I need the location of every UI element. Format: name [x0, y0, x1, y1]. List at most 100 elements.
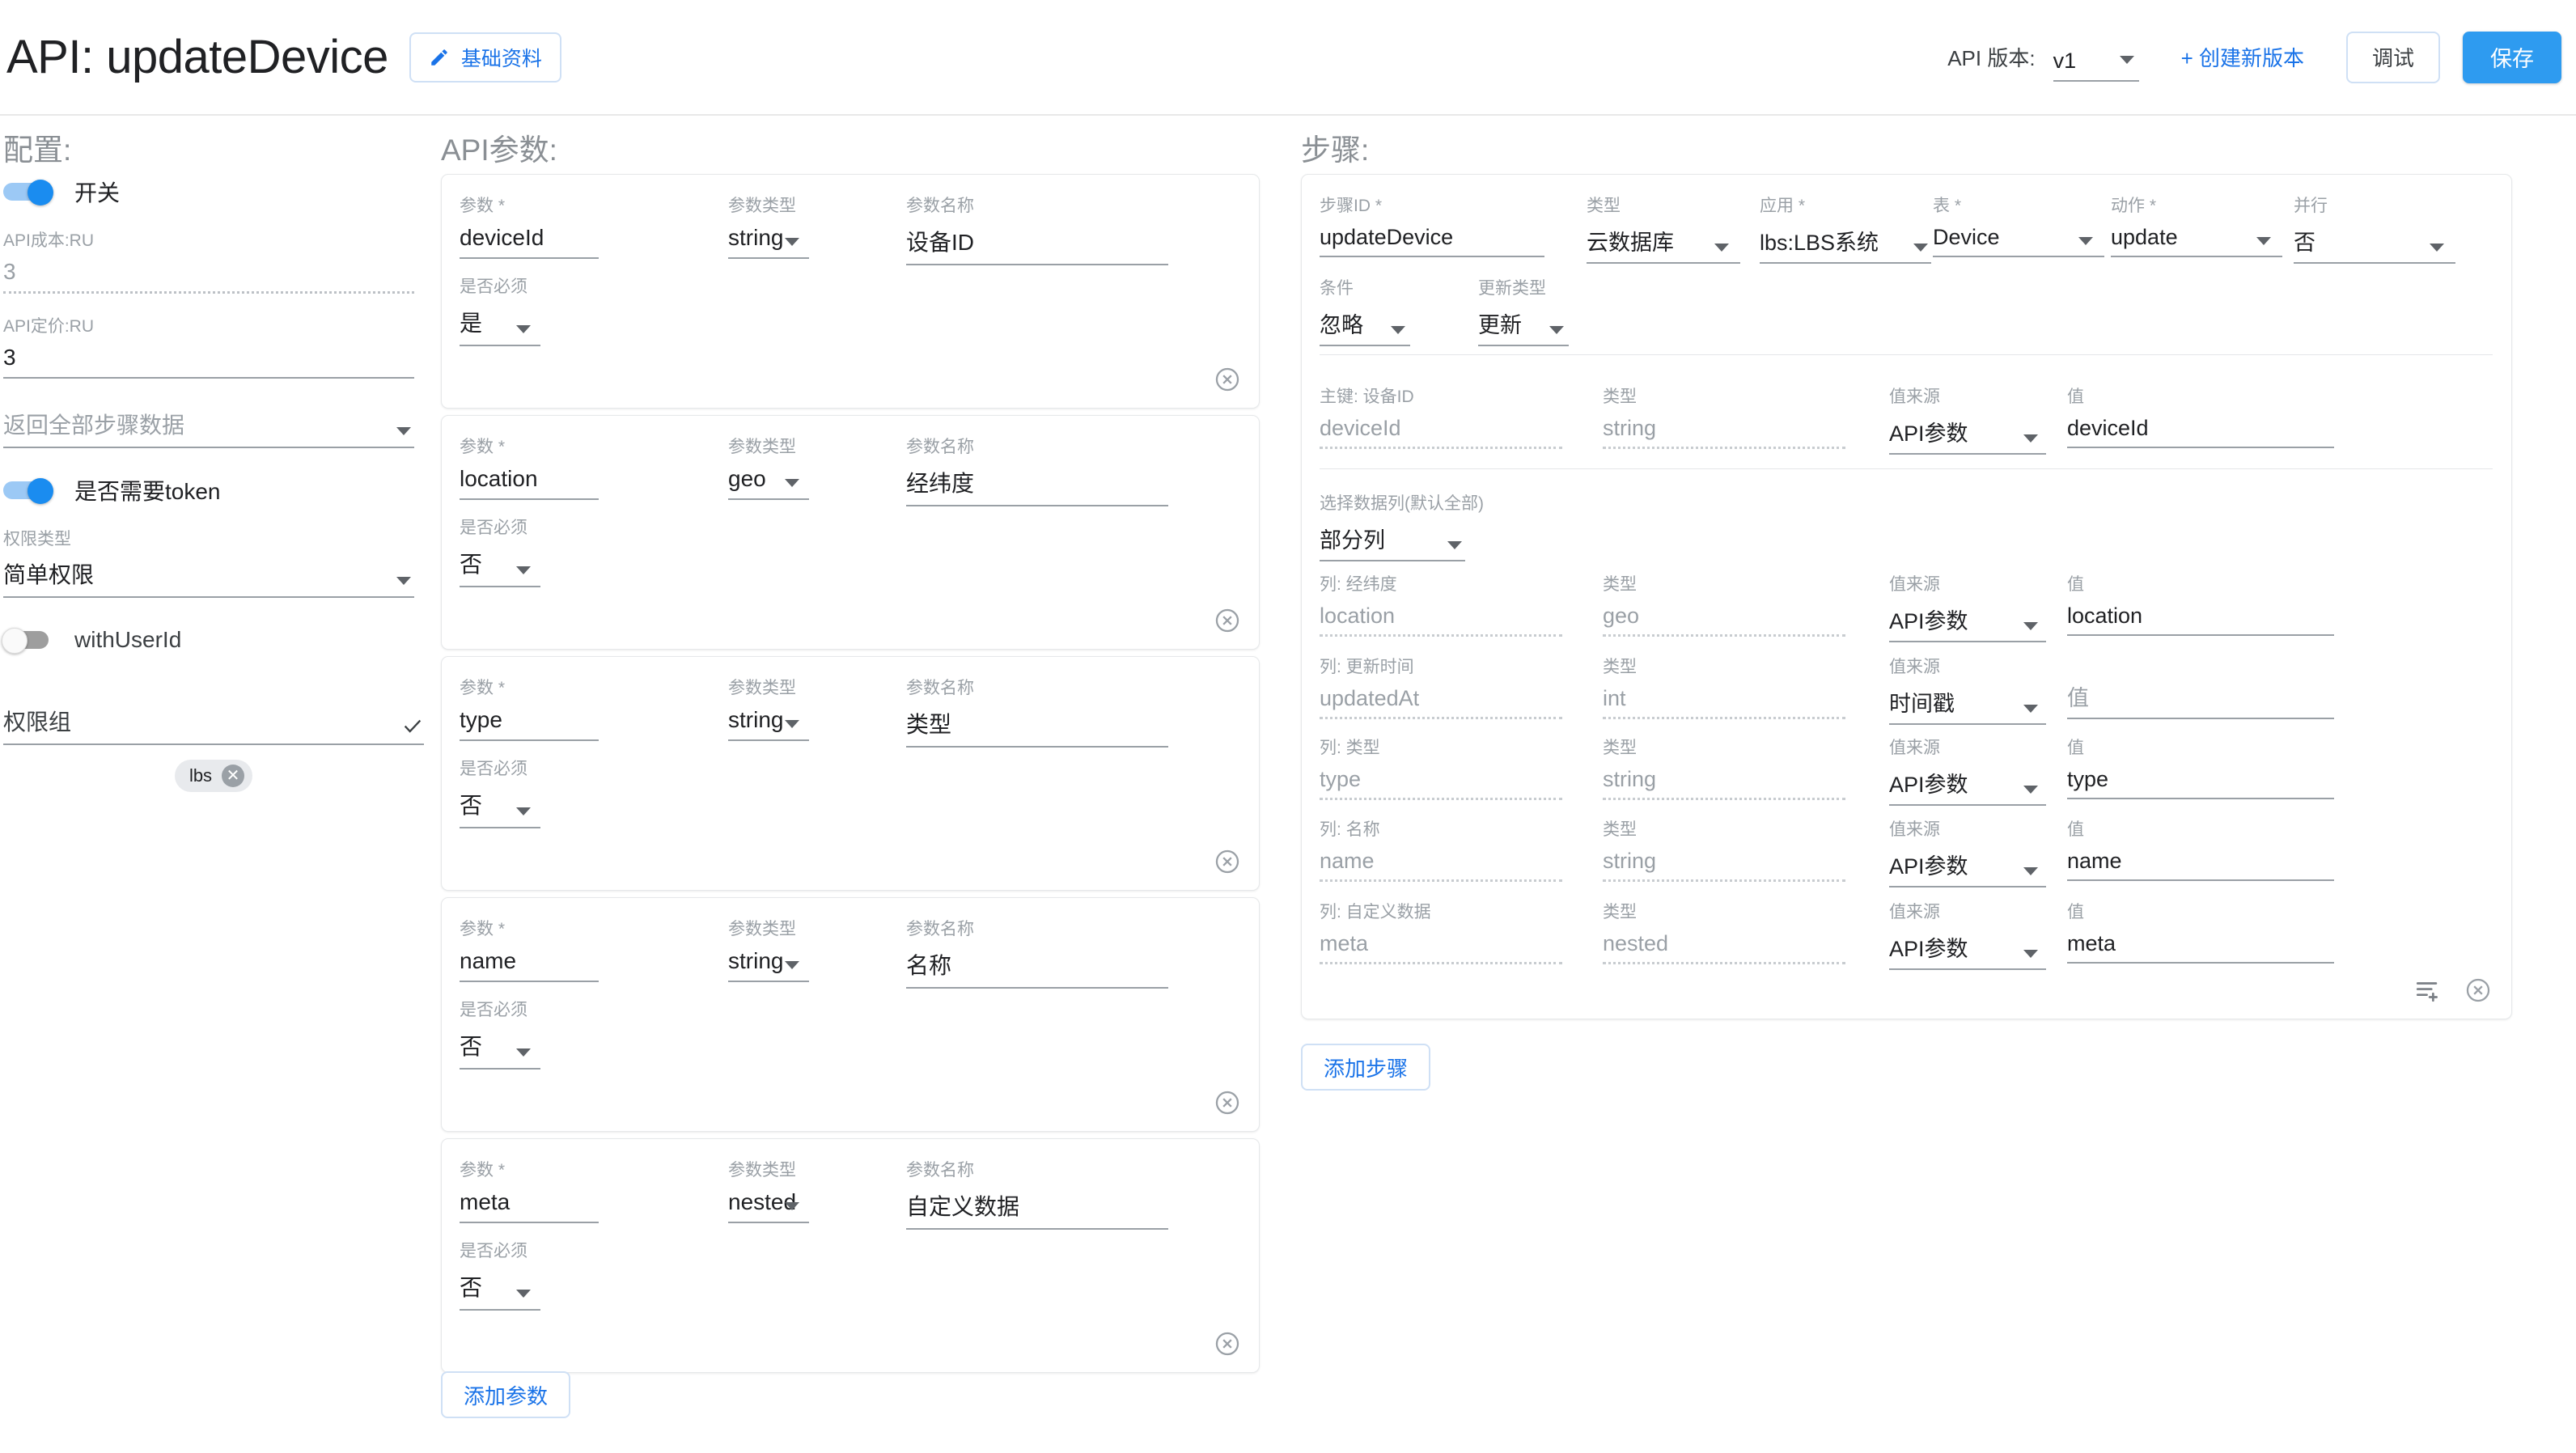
param-name-field[interactable]: 参数 * name: [460, 916, 599, 982]
param-display-name-field[interactable]: 参数名称 类型: [906, 675, 1168, 748]
select-columns-select[interactable]: 选择数据列(默认全部) 部分列: [1320, 490, 1484, 561]
param-required-select[interactable]: 是否必须 否: [460, 756, 540, 828]
param-type-select[interactable]: 参数类型 string: [728, 916, 809, 982]
step-id-field[interactable]: 步骤ID * updateDevice: [1320, 193, 1544, 257]
debug-button[interactable]: 调试: [2345, 31, 2440, 83]
close-icon[interactable]: ✕: [222, 765, 245, 787]
column-value-label: 值: [2067, 739, 2084, 757]
primary-key-type-value: string: [1603, 416, 1657, 440]
column-source-label: 值来源: [1889, 739, 1940, 757]
column-source-value: API参数: [1889, 937, 1968, 961]
token-toggle[interactable]: [3, 478, 57, 504]
create-version-button[interactable]: + 创建新版本: [2176, 41, 2309, 73]
param-display-name-field[interactable]: 参数名称 名称: [906, 916, 1168, 989]
step-condition-select[interactable]: 条件 忽略: [1320, 275, 1410, 346]
underline: [460, 345, 540, 346]
param-type-select[interactable]: 参数类型 string: [728, 193, 809, 259]
with-user-id-toggle[interactable]: [2, 628, 57, 654]
column-value-field[interactable]: 值: [2067, 654, 2334, 719]
api-cost-field[interactable]: API成本:RU 3: [3, 227, 414, 294]
step-type-select[interactable]: 类型 云数据库: [1587, 193, 1740, 264]
primary-key-value-field[interactable]: 值 deviceId: [2067, 383, 2334, 448]
underline: [460, 257, 599, 259]
api-version-label: API 版本:: [1947, 46, 2036, 70]
api-price-label: API定价:RU: [3, 317, 95, 336]
underline: [2067, 962, 2334, 964]
permission-group-field[interactable]: 权限组 lbs ✕: [3, 705, 424, 792]
param-display-name-label: 参数名称: [906, 679, 974, 697]
add-param-button[interactable]: 添加参数: [441, 1371, 571, 1418]
chevron-down-icon: [396, 577, 411, 585]
api-price-field[interactable]: API定价:RU 3: [3, 313, 414, 379]
underline: [728, 257, 809, 259]
param-required-select[interactable]: 是否必须 否: [460, 515, 540, 587]
return-all-steps-select[interactable]: 返回全部步骤数据: [3, 406, 414, 448]
delete-param-icon[interactable]: [1214, 366, 1241, 393]
param-required-select[interactable]: 是否必须 否: [460, 1238, 540, 1311]
param-name-field[interactable]: 参数 * meta: [460, 1157, 599, 1223]
column-value-input: meta: [2067, 931, 2116, 955]
step-action-select[interactable]: 动作 * update: [2111, 193, 2282, 257]
underline: [1889, 641, 2046, 642]
api-version-value: v1: [2053, 48, 2077, 73]
column-value-field[interactable]: 值 meta: [2067, 899, 2334, 964]
params-section-title: API参数:: [441, 133, 557, 167]
column-type-value: int: [1603, 686, 1626, 710]
primary-key-label: 主键: 设备ID: [1320, 388, 1414, 406]
column-source-select[interactable]: 值来源 API参数: [1889, 816, 2046, 887]
add-step-button[interactable]: 添加步骤: [1301, 1044, 1431, 1091]
chevron-down-icon: [2023, 434, 2038, 443]
step-parallel-select[interactable]: 并行 否: [2294, 193, 2455, 264]
param-type-select[interactable]: 参数类型 geo: [728, 434, 809, 500]
step-app-select[interactable]: 应用 * lbs:LBS系统: [1760, 193, 1931, 264]
column-value-field[interactable]: 值 location: [2067, 571, 2334, 636]
column-value-field[interactable]: 值 name: [2067, 816, 2334, 881]
check-icon[interactable]: [401, 714, 424, 737]
delete-param-icon[interactable]: [1214, 607, 1241, 634]
underline: [2067, 634, 2334, 636]
enabled-toggle[interactable]: [3, 180, 57, 205]
auth-type-select[interactable]: 权限类型 简单权限: [3, 526, 414, 598]
permission-chip[interactable]: lbs ✕: [174, 760, 253, 792]
delete-param-icon[interactable]: [1214, 848, 1241, 875]
param-required-label: 是否必须: [460, 760, 527, 778]
param-name-field[interactable]: 参数 * deviceId: [460, 193, 599, 259]
step-update-type-select[interactable]: 更新类型 更新: [1478, 275, 1569, 346]
param-required-select[interactable]: 是否必须 否: [460, 997, 540, 1070]
column-value-label: 值: [2067, 903, 2084, 921]
param-type-select[interactable]: 参数类型 string: [728, 675, 809, 741]
column-source-select[interactable]: 值来源 时间戳: [1889, 654, 2046, 725]
column-source-select[interactable]: 值来源 API参数: [1889, 571, 2046, 642]
page-title: API: updateDevice: [6, 31, 388, 83]
save-button[interactable]: 保存: [2463, 31, 2561, 83]
delete-step-icon[interactable]: [2464, 976, 2492, 1004]
delete-param-icon[interactable]: [1214, 1089, 1241, 1116]
param-display-name-field[interactable]: 参数名称 经纬度: [906, 434, 1168, 506]
param-display-name-field[interactable]: 参数名称 设备ID: [906, 193, 1168, 265]
underline: [1320, 798, 1562, 800]
param-type-value: string: [728, 707, 784, 732]
param-name-field[interactable]: 参数 * location: [460, 434, 599, 500]
list-add-icon[interactable]: [2414, 976, 2442, 1004]
param-display-name-field[interactable]: 参数名称 自定义数据: [906, 1157, 1168, 1230]
primary-key-source-select[interactable]: 值来源 API参数: [1889, 383, 2046, 455]
api-version-select[interactable]: v1: [2053, 33, 2139, 82]
step-table-select[interactable]: 表 * Device: [1933, 193, 2104, 257]
chevron-down-icon: [2023, 622, 2038, 630]
delete-param-icon[interactable]: [1214, 1330, 1241, 1358]
column-source-select[interactable]: 值来源 API参数: [1889, 735, 2046, 806]
chevron-down-icon: [785, 479, 799, 487]
chevron-down-icon: [516, 1048, 531, 1057]
column-field-value: updatedAt: [1320, 686, 1420, 710]
underline: [2067, 879, 2334, 881]
column-value-field[interactable]: 值 type: [2067, 735, 2334, 799]
config-panel: 开关 API成本:RU 3 API定价:RU 3 返回全部步骤数据 是否需要to…: [2, 174, 424, 792]
column-type-field: 类型 geo: [1603, 571, 1845, 637]
param-name-field[interactable]: 参数 * type: [460, 675, 599, 741]
basic-info-button[interactable]: 基础资料: [409, 32, 561, 83]
param-type-select[interactable]: 参数类型 nested: [728, 1157, 809, 1223]
column-field-value: name: [1320, 849, 1375, 873]
underline: [1320, 256, 1544, 257]
param-required-select[interactable]: 是否必须 是: [460, 273, 540, 346]
column-source-select[interactable]: 值来源 API参数: [1889, 899, 2046, 970]
